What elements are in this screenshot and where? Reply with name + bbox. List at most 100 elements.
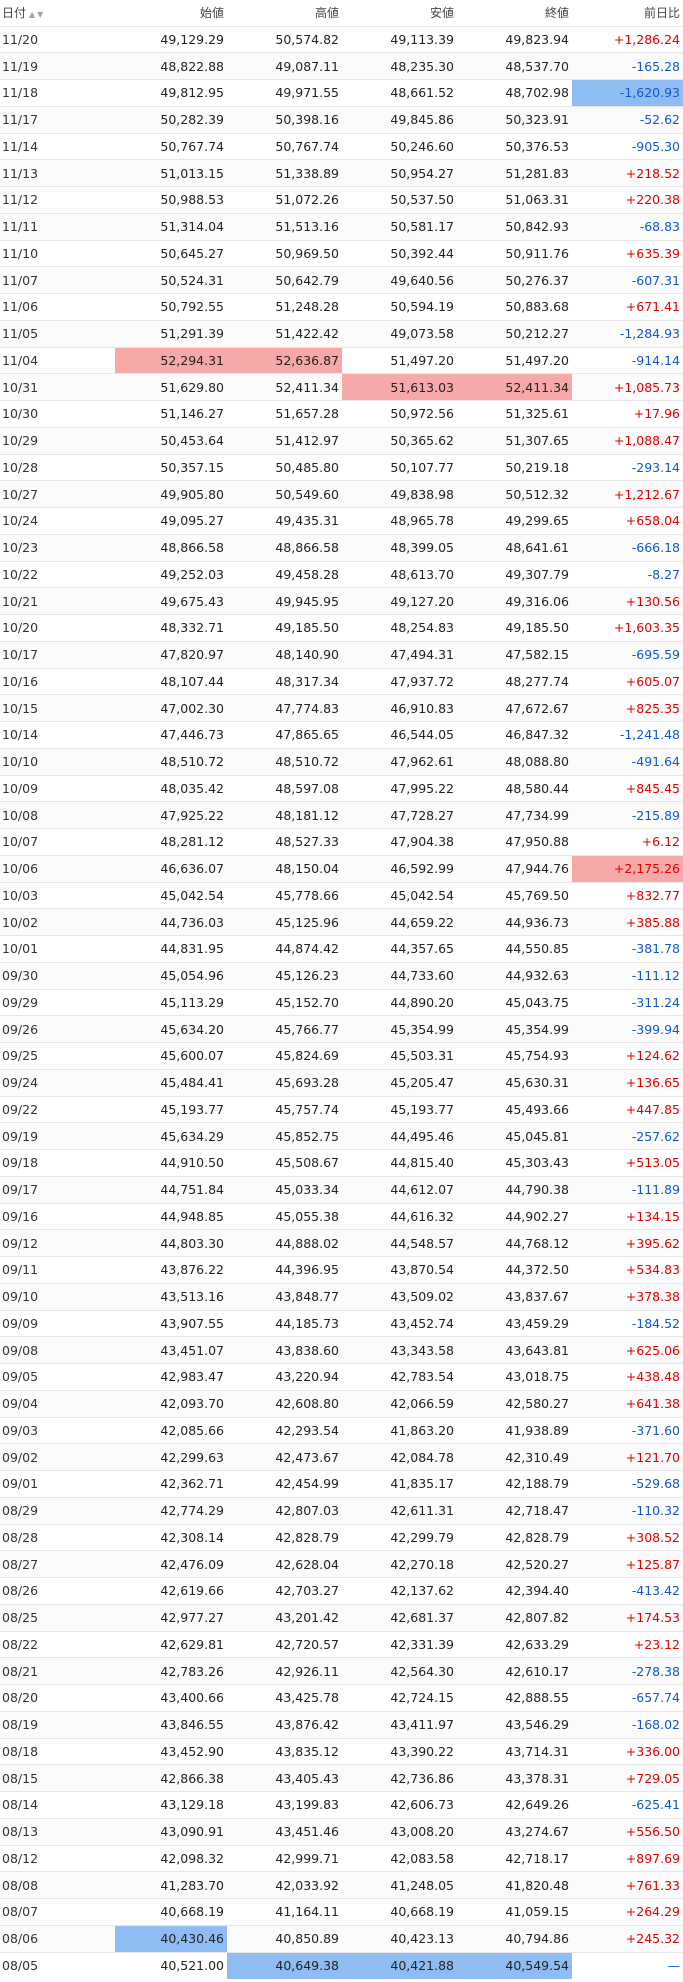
change-cell: +378.38 <box>572 1282 683 1310</box>
low-cell: 42,299.79 <box>342 1523 457 1551</box>
high-cell: 44,396.95 <box>227 1256 342 1284</box>
open-cell: 45,113.29 <box>115 988 227 1016</box>
change-cell: -905.30 <box>572 132 683 160</box>
close-cell: 44,936.73 <box>457 908 572 936</box>
low-cell: 43,008.20 <box>342 1817 457 1845</box>
close-cell: 43,714.31 <box>457 1737 572 1765</box>
close-cell: 44,932.63 <box>457 961 572 989</box>
low-cell: 43,452.74 <box>342 1309 457 1337</box>
open-cell: 44,736.03 <box>115 908 227 936</box>
change-cell: -293.14 <box>572 453 683 481</box>
table-row: 10/21 49,675.43 49,945.95 49,127.20 49,316.0… <box>0 587 683 615</box>
close-cell: 45,754.93 <box>457 1042 572 1070</box>
date-cell: 10/15 <box>0 694 115 722</box>
close-cell: 41,820.48 <box>457 1871 572 1899</box>
open-cell: 44,948.85 <box>115 1202 227 1230</box>
change-cell: +438.48 <box>572 1363 683 1391</box>
open-cell: 40,521.00 <box>115 1951 227 1979</box>
change-cell: +2,175.26 <box>572 854 683 882</box>
change-cell: +245.32 <box>572 1924 683 1952</box>
date-cell: 08/13 <box>0 1817 115 1845</box>
open-cell: 51,314.04 <box>115 212 227 240</box>
change-cell: -491.64 <box>572 747 683 775</box>
high-cell: 43,835.12 <box>227 1737 342 1765</box>
low-cell: 42,606.73 <box>342 1791 457 1819</box>
close-cell: 48,580.44 <box>457 774 572 802</box>
sort-asc-desc-icon[interactable]: ▲▼ <box>29 10 45 19</box>
table-row: 09/08 43,451.07 43,838.60 43,343.58 43,643.8… <box>0 1336 683 1364</box>
high-cell: 42,828.79 <box>227 1523 342 1551</box>
table-row: 08/08 41,283.70 42,033.92 41,248.05 41,820.4… <box>0 1871 683 1899</box>
table-row: 08/22 42,629.81 42,720.57 42,331.39 42,633.2… <box>0 1630 683 1658</box>
date-column-header[interactable]: 日付 ▲▼ <box>0 0 115 26</box>
table-row: 10/02 44,736.03 45,125.96 44,659.22 44,936.7… <box>0 908 683 936</box>
high-cell: 44,874.42 <box>227 935 342 963</box>
close-cell: 47,734.99 <box>457 801 572 829</box>
table-row: 11/07 50,524.31 50,642.79 49,640.56 50,276.3… <box>0 266 683 294</box>
low-cell: 50,537.50 <box>342 186 457 214</box>
open-cell: 42,362.71 <box>115 1470 227 1498</box>
change-cell: +17.96 <box>572 400 683 428</box>
open-cell: 50,357.15 <box>115 453 227 481</box>
table-row: 09/19 45,634.29 45,852.75 44,495.46 45,045.8… <box>0 1122 683 1150</box>
low-cell: 47,937.72 <box>342 667 457 695</box>
open-cell: 45,193.77 <box>115 1095 227 1123</box>
low-cell: 42,736.86 <box>342 1764 457 1792</box>
close-cell: 47,672.67 <box>457 694 572 722</box>
open-cell: 42,866.38 <box>115 1764 227 1792</box>
low-cell: 44,659.22 <box>342 908 457 936</box>
table-row: 11/14 50,767.74 50,767.74 50,246.60 50,376.5… <box>0 132 683 160</box>
table-row: 11/04 52,294.31 52,636.87 51,497.20 51,497.2… <box>0 346 683 374</box>
date-cell: 08/14 <box>0 1791 115 1819</box>
close-cell: 51,063.31 <box>457 186 572 214</box>
date-cell: 10/27 <box>0 480 115 508</box>
change-cell: +6.12 <box>572 828 683 856</box>
close-cell: 45,769.50 <box>457 881 572 909</box>
low-cell: 47,904.38 <box>342 828 457 856</box>
change-cell: -1,241.48 <box>572 721 683 749</box>
change-cell: +336.00 <box>572 1737 683 1765</box>
low-cell: 44,616.32 <box>342 1202 457 1230</box>
low-cell: 50,581.17 <box>342 212 457 240</box>
open-cell: 50,988.53 <box>115 186 227 214</box>
table-row: 08/25 42,977.27 43,201.42 42,681.37 42,807.8… <box>0 1603 683 1631</box>
date-cell: 10/20 <box>0 614 115 642</box>
date-cell: 09/10 <box>0 1282 115 1310</box>
open-cell: 48,107.44 <box>115 667 227 695</box>
open-cell: 45,054.96 <box>115 961 227 989</box>
date-cell: 08/20 <box>0 1684 115 1712</box>
date-cell: 08/08 <box>0 1871 115 1899</box>
table-row: 08/14 43,129.18 43,199.83 42,606.73 42,649.2… <box>0 1791 683 1819</box>
high-cell: 41,164.11 <box>227 1898 342 1926</box>
high-cell: 44,185.73 <box>227 1309 342 1337</box>
low-cell: 44,815.40 <box>342 1149 457 1177</box>
low-cell: 44,733.60 <box>342 961 457 989</box>
close-cell: 42,718.47 <box>457 1496 572 1524</box>
close-cell: 45,303.43 <box>457 1149 572 1177</box>
open-cell: 42,093.70 <box>115 1389 227 1417</box>
low-cell: 50,246.60 <box>342 132 457 160</box>
close-cell: 49,307.79 <box>457 560 572 588</box>
open-cell: 44,910.50 <box>115 1149 227 1177</box>
high-cell: 45,055.38 <box>227 1202 342 1230</box>
low-cell: 42,331.39 <box>342 1630 457 1658</box>
high-cell: 42,608.80 <box>227 1389 342 1417</box>
high-cell: 45,824.69 <box>227 1042 342 1070</box>
change-cell: -8.27 <box>572 560 683 588</box>
table-row: 10/23 48,866.58 48,866.58 48,399.05 48,641.6… <box>0 533 683 561</box>
close-cell: 43,018.75 <box>457 1363 572 1391</box>
change-cell: -695.59 <box>572 640 683 668</box>
close-cell: 42,310.49 <box>457 1443 572 1471</box>
high-cell: 45,778.66 <box>227 881 342 909</box>
date-cell: 09/25 <box>0 1042 115 1070</box>
high-cell: 43,425.78 <box>227 1684 342 1712</box>
open-cell: 47,446.73 <box>115 721 227 749</box>
open-cell: 49,129.29 <box>115 25 227 53</box>
change-cell: +447.85 <box>572 1095 683 1123</box>
change-cell: -257.62 <box>572 1122 683 1150</box>
high-cell: 51,657.28 <box>227 400 342 428</box>
date-cell: 11/05 <box>0 319 115 347</box>
change-cell: -168.02 <box>572 1710 683 1738</box>
table-row: 08/13 43,090.91 43,451.46 43,008.20 43,274.6… <box>0 1817 683 1845</box>
table-row: 11/13 51,013.15 51,338.89 50,954.27 51,281.8… <box>0 159 683 187</box>
